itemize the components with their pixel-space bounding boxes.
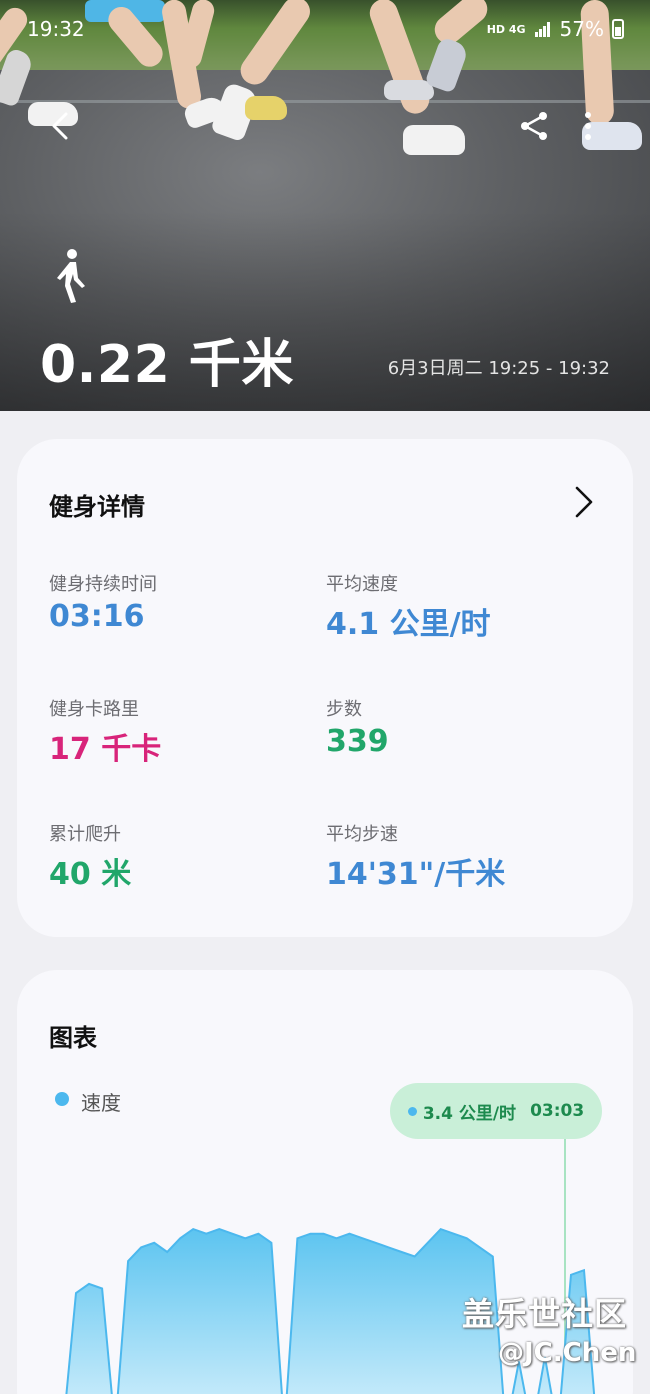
runner-shoe: [403, 125, 465, 155]
steps-label: 步数: [326, 699, 362, 720]
duration-value: 03:16: [49, 599, 145, 634]
chevron-right-icon[interactable]: [571, 485, 597, 519]
workout-detail-screen: 19:32 HD 4G 57% 0.22 千米 6月3日周二 19:25 - 1…: [0, 0, 650, 1394]
calories-value: 17 千卡: [49, 732, 162, 767]
watermark-community: 盖乐世社区: [462, 1295, 628, 1333]
calories-label: 健身卡路里: [49, 699, 139, 720]
chart-tooltip: 3.4 公里/时 03:03: [390, 1083, 602, 1139]
status-indicators: HD 4G 57%: [487, 17, 624, 41]
hero-photo-road-line: [0, 100, 650, 103]
signal-icon: [534, 22, 550, 37]
steps-value: 339: [326, 724, 389, 759]
tooltip-value: 3.4 公里/时: [422, 1103, 517, 1124]
battery-icon: [612, 19, 624, 39]
hero-banner: 19:32 HD 4G 57% 0.22 千米 6月3日周二 19:25 - 1…: [0, 0, 650, 411]
watermark-author: @JC.Chen: [498, 1338, 637, 1368]
legend-speed-label: 速度: [81, 1091, 121, 1115]
back-arrow-icon[interactable]: [44, 108, 80, 144]
workout-details-card[interactable]: 健身详情 健身持续时间 03:16 平均速度 4.1 公里/时 健身卡路里 17…: [17, 439, 633, 937]
avg-pace-label: 平均步速: [326, 824, 398, 845]
distance-total: 0.22 千米: [40, 335, 294, 395]
avg-speed-value: 4.1 公里/时: [326, 607, 491, 642]
runner-shoe: [245, 96, 287, 120]
share-icon[interactable]: [516, 108, 552, 144]
status-time: 19:32: [27, 17, 85, 41]
legend-speed-dot: [55, 1092, 69, 1106]
duration-label: 健身持续时间: [49, 574, 157, 595]
details-title: 健身详情: [49, 493, 145, 521]
tooltip-dot: [407, 1106, 417, 1116]
workout-date-range: 6月3日周二 19:25 - 19:32: [387, 358, 610, 379]
network-indicator: HD 4G: [486, 22, 526, 36]
battery-percent: 57%: [559, 17, 604, 41]
chart-title: 图表: [49, 1024, 97, 1052]
status-bar: 19:32 HD 4G 57%: [0, 0, 650, 56]
runner-shoe: [384, 80, 434, 100]
elevation-value: 40 米: [49, 857, 132, 892]
avg-pace-value: 14'31"/千米: [326, 857, 506, 892]
elevation-label: 累计爬升: [49, 824, 121, 845]
tooltip-time: 03:03: [530, 1101, 585, 1121]
avg-speed-label: 平均速度: [326, 574, 398, 595]
more-options-icon[interactable]: [578, 108, 598, 144]
walk-icon: [57, 249, 85, 303]
